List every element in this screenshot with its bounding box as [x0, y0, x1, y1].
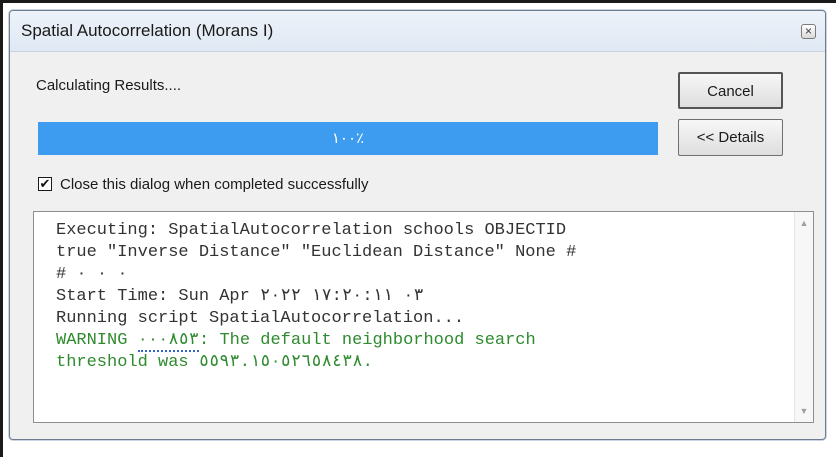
warning-code-link[interactable]: ٠٠٠٨٥٣ — [137, 331, 200, 352]
warning-prefix: WARNING — [56, 331, 138, 350]
close-on-complete-checkbox[interactable]: ✔ — [38, 177, 52, 191]
warning-line: WARNING ٠٠٠٨٥٣: The default neighborhood… — [56, 330, 776, 352]
title-bar[interactable]: Spatial Autocorrelation (Morans I) × — [10, 11, 825, 52]
scroll-up-icon[interactable]: ▲ — [795, 218, 813, 228]
log-line: true "Inverse Distance" "Euclidean Dista… — [56, 243, 577, 262]
log-line: # ٠ ٠ ٠ — [56, 265, 128, 284]
warning-message: : The default neighborhood search — [199, 331, 536, 350]
status-text: Calculating Results.... — [36, 77, 182, 94]
log-scrollbar[interactable]: ▲ ▼ — [794, 212, 813, 422]
details-button[interactable]: << Details — [678, 119, 783, 156]
message-log[interactable]: Executing: SpatialAutocorrelation school… — [33, 211, 814, 423]
close-icon[interactable]: × — [801, 24, 816, 39]
close-on-complete-label[interactable]: Close this dialog when completed success… — [60, 176, 369, 193]
progress-text: ١٠٠٪ — [331, 130, 365, 147]
log-line: Running script SpatialAutocorrelation... — [56, 309, 465, 328]
dialog-title: Spatial Autocorrelation (Morans I) — [21, 21, 274, 40]
warning-line: threshold was ٥٥٩٣.١٥٠٥٢٦٥٨٤٣٨. — [56, 353, 373, 372]
log-line: Start Time: Sun Apr ٠٣ ١٧:٢٠:١١ ٢٠٢٢ — [56, 287, 424, 306]
scroll-down-icon[interactable]: ▼ — [795, 406, 813, 416]
progress-bar: ١٠٠٪ — [38, 122, 658, 155]
spatial-autocorrelation-dialog: Spatial Autocorrelation (Morans I) × Cal… — [9, 10, 826, 440]
log-text: Executing: SpatialAutocorrelation school… — [56, 220, 776, 374]
log-line: Executing: SpatialAutocorrelation school… — [56, 221, 567, 240]
cancel-button[interactable]: Cancel — [678, 72, 783, 109]
